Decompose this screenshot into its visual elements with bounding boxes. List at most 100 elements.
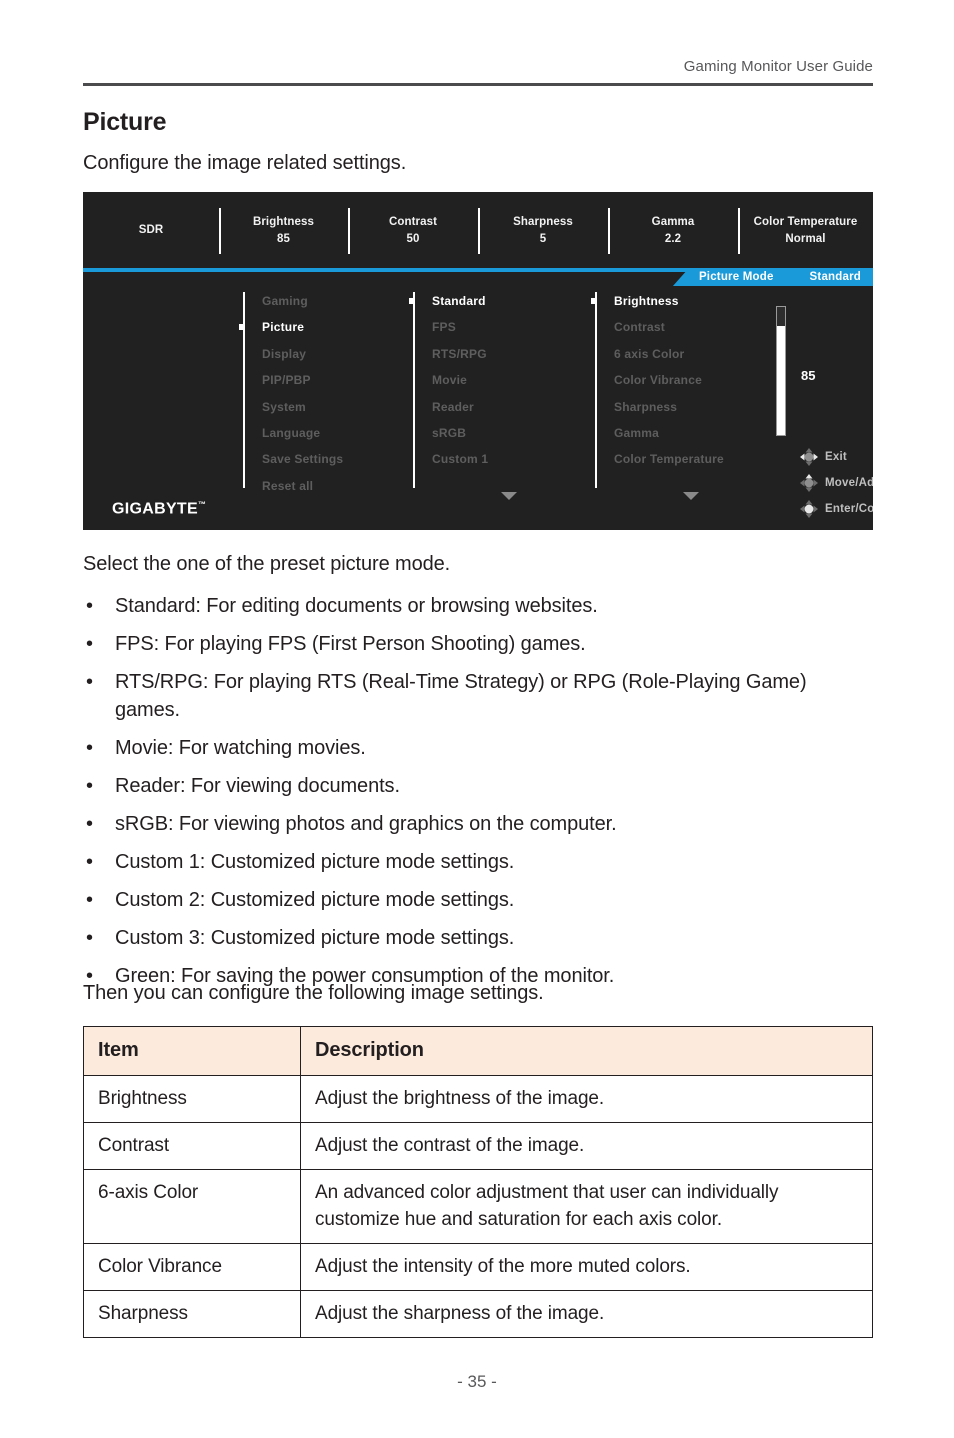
list-item-text: Reader: For viewing documents. [115,775,400,797]
joystick-up-icon [800,474,818,492]
page-number: - 35 - [457,1372,497,1391]
osd-menu-item[interactable]: Color Vibrance [595,367,724,393]
list-item: • Custom 3: Customized picture mode setti… [83,924,883,952]
osd-menu-item[interactable]: System [243,394,343,420]
bullet-marker: • [86,851,94,873]
osd-menu-item[interactable]: sRGB [413,420,488,446]
table-row: 6-axis Color An advanced color adjustment… [83,1169,873,1244]
list-item: • Standard: For editing documents or brow… [83,592,883,620]
osd-status-value: 85 [277,232,290,245]
osd-status-segment: Color Temperature Normal [738,192,873,268]
osd-banner-value: Standard [809,271,861,283]
osd-status-bar: SDR Brightness 85 Contrast 50 Sharpness 5 Gamma… [83,192,873,268]
osd-menu-item[interactable]: Display [243,341,343,367]
osd-menu-item-label: Color Vibrance [614,373,702,388]
list-item: • Movie: For watching movies. [83,734,883,762]
osd-menu-item[interactable]: Brightness [591,288,724,314]
osd-status-label: SDR [138,224,164,236]
list-item-text: Movie: For watching movies. [115,737,366,759]
list-item-text: Custom 1: Customized picture mode settin… [115,851,515,873]
joystick-center-icon [800,500,818,518]
page-title: Picture [83,108,167,136]
brightness-slider[interactable] [776,306,786,436]
osd-banner-label: Picture Mode [698,271,774,283]
osd-menu-item[interactable]: Color Temperature [595,446,724,472]
osd-menu-item-label: 6 axis Color [614,346,685,361]
osd-status-separator [738,208,740,254]
osd-status-label: Color Temperature [753,215,858,228]
osd-menu-item[interactable]: Gamma [595,420,724,446]
list-item-text: sRGB: For viewing photos and graphics on… [115,813,617,835]
list-item-text: Custom 2: Customized picture mode settin… [115,889,515,911]
bullet-marker: • [86,889,94,911]
osd-menu-item[interactable]: FPS [413,314,488,340]
then-paragraph: Then you can configure the following ima… [83,982,544,1004]
osd-status-separator [348,208,350,254]
list-item: • RTS/RPG: For playing RTS (Real-Time Str… [83,668,883,724]
selection-marker-icon [239,324,245,331]
osd-menu-item-label: Language [262,425,321,440]
osd-menu-item-label: Reset all [262,478,314,493]
osd-menu-item[interactable]: Sharpness [595,394,724,420]
osd-menu-item[interactable]: Movie [413,367,488,393]
osd-navigation-hints: Exit Move/Adjust Enter/Confirm [799,444,873,522]
osd-nav-hint: Enter/Confirm [799,496,873,522]
osd-menu-item-label: Gamma [614,425,660,440]
osd-menu-item-label: FPS [432,320,456,335]
table-cell-description: Adjust the contrast of the image. [300,1122,873,1170]
osd-menu-item[interactable]: Gaming [243,288,343,314]
bullet-marker: • [86,775,94,797]
osd-menu-column-main: Gaming Picture Display PIP/PBP System Languag… [239,288,343,499]
osd-menu-item[interactable]: Standard [409,288,488,314]
osd-menu-item-label: Sharpness [614,399,678,414]
chevron-down-icon[interactable] [683,492,699,500]
list-item-text: Custom 3: Customized picture mode settin… [115,927,515,949]
osd-menu-item-label: Save Settings [262,452,344,467]
list-item: • Custom 2: Customized picture mode setti… [83,886,883,914]
osd-menu-column-picture-mode: Standard FPS RTS/RPG Movie Reader sRGB Custom … [409,288,517,500]
osd-menu-item[interactable]: Save Settings [243,446,343,472]
osd-status-value: 50 [406,232,420,245]
table-cell-item: Sharpness [83,1290,301,1338]
osd-menu-item-label: Display [262,346,307,361]
brightness-slider-fill [777,326,785,435]
chevron-down-icon[interactable] [501,492,517,500]
osd-menu-item[interactable]: Language [243,420,343,446]
osd-menu-item[interactable]: 6 axis Color [595,341,724,367]
osd-menu-item-label: Standard [432,294,486,308]
osd-menu-item-label: Gaming [262,294,308,308]
list-item-text: RTS/RPG: For playing RTS (Real-Time Stra… [115,671,807,721]
running-head: Gaming Monitor User Guide [683,58,873,75]
bullet-marker: • [86,671,94,693]
intro-paragraph: Configure the image related settings. [83,152,407,174]
osd-status-value: Normal [785,232,826,245]
table-header-row: Item Description [83,1026,873,1076]
list-item-text: Standard: For editing documents or brows… [115,595,598,617]
osd-menu-item-label: Brightness [614,294,679,308]
osd-status-label: Brightness [252,215,315,228]
picture-mode-list: • Standard: For editing documents or brow… [83,592,883,1000]
header-divider [83,83,873,86]
osd-menu-item-label: Color Temperature [614,452,724,467]
osd-status-label: Gamma [651,215,695,228]
osd-menu-item[interactable]: PIP/PBP [243,367,343,393]
osd-status-segment: Sharpness 5 [478,192,608,268]
settings-table: Item Description Brightness Adjust the br… [83,1026,873,1338]
gigabyte-logo: GIGABYTE™ [112,499,207,517]
bullet-marker: • [86,633,94,655]
osd-nav-hint: Exit [799,444,873,470]
osd-menu-item[interactable]: Picture [239,314,343,340]
bullet-marker: • [86,813,94,835]
osd-menu-item[interactable]: Reset all [243,473,343,499]
table-row: Contrast Adjust the contrast of the image… [83,1122,873,1170]
osd-menu-item[interactable]: Contrast [595,314,724,340]
table-cell-item: Contrast [83,1122,301,1170]
bullet-marker: • [86,737,94,759]
osd-menu-item[interactable]: RTS/RPG [413,341,488,367]
osd-menu-item-label: Reader [432,399,474,414]
osd-menu-item[interactable]: Custom 1 [413,446,488,472]
osd-picture-mode-banner: Picture Mode Standard [672,268,873,286]
joystick-left-icon [800,448,818,466]
osd-menu-item[interactable]: Reader [413,394,488,420]
table-cell-description: An advanced color adjustment that user c… [300,1169,873,1244]
